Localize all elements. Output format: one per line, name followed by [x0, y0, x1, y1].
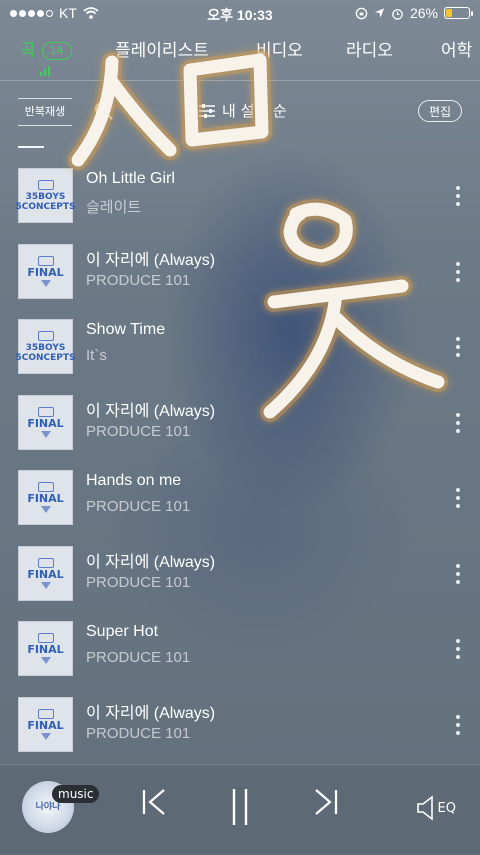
crest-icon	[37, 406, 54, 417]
triangle-icon	[40, 657, 51, 664]
song-title: Super Hot	[86, 623, 159, 640]
alarm-icon	[392, 8, 403, 20]
album-art-text: FINAL	[27, 567, 64, 581]
album-art[interactable]: 35BOYS 5CONCEPTS	[15, 319, 76, 374]
tab-radio[interactable]: 라디오	[346, 36, 393, 61]
mini-player: 나야나 music EQ	[0, 764, 480, 855]
category-tabs: 곡 14 플레이리스트 비디오 라디오 어학	[0, 30, 480, 81]
album-art-text: 35BOYS 5CONCEPTS	[15, 191, 76, 212]
location-icon	[374, 8, 385, 18]
song-title: 이 자리에 (Always)	[86, 704, 216, 722]
song-row[interactable]: FINAL 이 자리에 (Always) PRODUCE 101	[0, 687, 480, 763]
battery-percent: 26%	[409, 5, 438, 21]
song-list: 35BOYS 5CONCEPTS Oh Little Girl 슬레이트 FIN…	[0, 158, 480, 762]
song-artist: It`s	[86, 347, 107, 364]
more-icon[interactable]	[456, 639, 460, 659]
music-tag: music	[52, 785, 100, 803]
album-art-text: FINAL	[27, 643, 64, 656]
more-icon[interactable]	[456, 186, 460, 206]
song-artist: PRODUCE 101	[86, 724, 191, 742]
album-art-text: FINAL	[27, 492, 64, 505]
crest-icon	[37, 633, 54, 643]
eq-label: EQ	[437, 800, 456, 816]
sort-settings-label: 내 설정 순	[222, 102, 287, 120]
album-art-text: FINAL	[27, 718, 64, 732]
tab-playlists[interactable]: 플레이리스트	[115, 36, 209, 61]
more-icon[interactable]	[456, 488, 460, 508]
album-art[interactable]: FINAL	[18, 696, 73, 752]
repeat-button[interactable]: 반복재생	[18, 98, 72, 126]
album-art[interactable]: FINAL	[18, 243, 73, 299]
song-row[interactable]: FINAL 이 자리에 (Always) PRODUCE 101	[0, 536, 480, 612]
crest-icon	[37, 255, 54, 266]
song-row[interactable]: 35BOYS 5CONCEPTS Oh Little Girl 슬레이트	[0, 158, 480, 234]
album-art-text: FINAL	[27, 416, 64, 430]
more-icon[interactable]	[456, 412, 460, 433]
crest-icon	[37, 330, 54, 341]
album-art-text: 35BOYS 5CONCEPTS	[15, 342, 76, 363]
song-row[interactable]: FINAL Hands on me PRODUCE 101	[0, 460, 480, 536]
tab-videos[interactable]: 비디오	[256, 36, 303, 61]
divider	[18, 146, 44, 148]
speaker-icon	[416, 795, 433, 821]
triangle-icon	[40, 430, 51, 438]
pause-icon[interactable]	[228, 787, 252, 827]
more-icon[interactable]	[456, 337, 460, 357]
triangle-icon	[40, 279, 51, 287]
more-icon[interactable]	[456, 261, 460, 282]
song-artist: PRODUCE 101	[86, 422, 191, 440]
triangle-icon	[40, 581, 51, 589]
song-title: 이 자리에 (Always)	[86, 553, 216, 571]
now-playing-bars-icon	[40, 66, 50, 76]
song-title: 이 자리에 (Always)	[86, 402, 216, 420]
triangle-icon	[40, 732, 51, 740]
song-row[interactable]: FINAL Super Hot PRODUCE 101	[0, 611, 480, 687]
song-title: Hands on me	[86, 472, 182, 489]
song-row[interactable]: FINAL 이 자리에 (Always) PRODUCE 101	[0, 385, 480, 461]
album-art[interactable]: 35BOYS 5CONCEPTS	[15, 168, 76, 223]
status-right: 26%	[355, 5, 473, 21]
song-row[interactable]: 35BOYS 5CONCEPTS Show Time It`s	[0, 309, 480, 385]
crest-icon	[37, 708, 54, 719]
album-art[interactable]: FINAL	[18, 394, 73, 450]
crest-icon	[37, 482, 54, 492]
rotation-lock-icon	[355, 7, 368, 19]
crest-icon	[37, 179, 54, 190]
sliders-icon	[199, 103, 215, 118]
song-artist: PRODUCE 101	[86, 271, 191, 289]
battery-icon	[444, 7, 473, 19]
eq-button[interactable]: EQ	[416, 795, 456, 821]
status-bar: KT 오후 10:33 26%	[0, 0, 480, 28]
prev-icon[interactable]	[140, 787, 168, 817]
song-artist: PRODUCE 101	[86, 498, 191, 515]
song-row[interactable]: FINAL 이 자리에 (Always) PRODUCE 101	[0, 234, 480, 310]
album-art-text: FINAL	[27, 265, 64, 279]
tab-songs[interactable]: 곡 14	[20, 36, 72, 61]
song-title: Show Time	[86, 321, 166, 338]
next-icon[interactable]	[312, 787, 340, 817]
more-icon[interactable]	[456, 563, 460, 584]
search-icon[interactable]	[94, 101, 114, 121]
song-title: Oh Little Girl	[86, 170, 175, 187]
song-title: 이 자리에 (Always)	[86, 251, 216, 269]
more-icon[interactable]	[456, 714, 460, 735]
album-art[interactable]: FINAL	[18, 470, 73, 525]
album-art[interactable]: FINAL	[18, 621, 73, 676]
edit-button[interactable]: 편집	[418, 100, 462, 122]
tab-songs-label: 곡	[20, 41, 36, 61]
crest-icon	[37, 557, 54, 568]
song-artist: PRODUCE 101	[86, 573, 191, 591]
song-artist: PRODUCE 101	[86, 649, 191, 666]
triangle-icon	[40, 506, 51, 513]
list-toolbar: 반복재생 내 설정 순 편집	[0, 92, 480, 132]
tab-language[interactable]: 어학	[441, 36, 472, 61]
now-playing-art-text: 나야나	[35, 802, 61, 812]
song-count-badge: 14	[41, 42, 72, 60]
battery-fill	[446, 9, 452, 17]
album-art[interactable]: FINAL	[18, 545, 73, 601]
song-artist: 슬레이트	[86, 199, 142, 216]
sort-settings-button[interactable]: 내 설정 순	[198, 100, 287, 121]
